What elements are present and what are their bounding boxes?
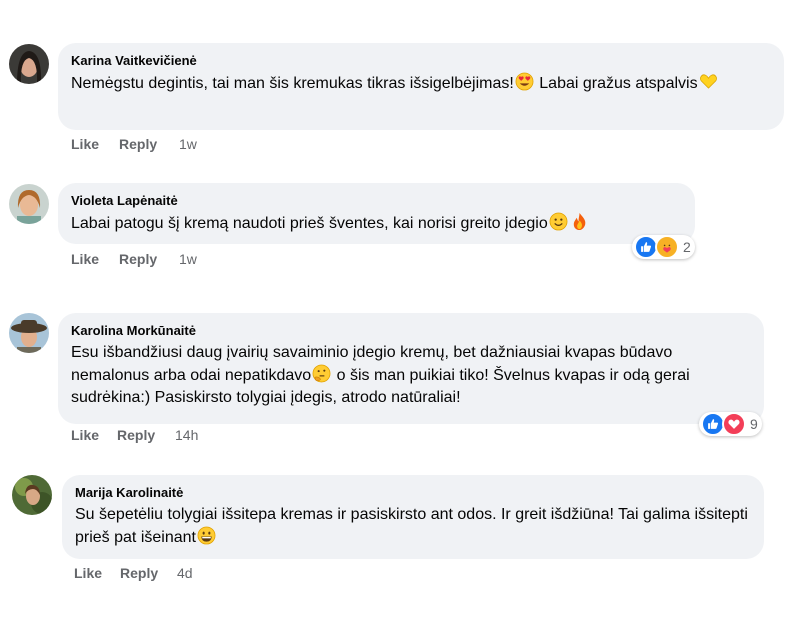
reply-link[interactable]: Reply	[119, 136, 157, 152]
comment-text: Esu išbandžiusi daug įvairių savaiminio …	[71, 342, 751, 409]
comment-text-part: Su šepetėliu tolygiai išsitepa kremas ir…	[75, 506, 748, 546]
comment-text: Labai patogu šį kremą naudoti prieš šven…	[71, 212, 682, 235]
comment-author[interactable]: Violeta Lapėnaitė	[71, 192, 682, 209]
yellow-heart-emoji-icon	[699, 74, 717, 89]
comment-bubble: Karolina Morkūnaitė Esu išbandžiusi daug…	[58, 313, 764, 424]
comment-author[interactable]: Karina Vaitkevičienė	[71, 52, 771, 69]
comment-text-part: Labai gražus atspalvis	[534, 75, 698, 92]
comment-author[interactable]: Karolina Morkūnaitė	[71, 322, 751, 339]
fire-emoji-icon	[573, 212, 586, 231]
reply-link[interactable]: Reply	[117, 427, 155, 443]
comment-text-part: Nemėgstu degintis, tai man šis kremukas …	[71, 75, 514, 92]
reaction-count: 2	[683, 239, 691, 255]
comment-time[interactable]: 1w	[179, 251, 197, 267]
comment-text: Su šepetėliu tolygiai išsitepa kremas ir…	[75, 504, 751, 549]
thinking-face-emoji-icon	[312, 364, 331, 383]
reaction-summary[interactable]: 9	[699, 412, 762, 436]
comment-time[interactable]: 1w	[179, 136, 197, 152]
care-reaction-icon	[655, 235, 679, 259]
heart-eyes-emoji-icon	[515, 72, 534, 91]
reaction-count: 9	[750, 416, 758, 432]
love-reaction-icon	[722, 412, 746, 436]
like-link[interactable]: Like	[71, 251, 99, 267]
comment-bubble: Marija Karolinaitė Su šepetėliu tolygiai…	[62, 475, 764, 559]
like-link[interactable]: Like	[71, 427, 99, 443]
like-link[interactable]: Like	[71, 136, 99, 152]
reply-link[interactable]: Reply	[119, 251, 157, 267]
reply-link[interactable]: Reply	[120, 565, 158, 581]
avatar[interactable]	[9, 313, 49, 353]
avatar[interactable]	[9, 184, 49, 224]
comment-bubble: Violeta Lapėnaitė Labai patogu šį kremą …	[58, 183, 695, 244]
like-link[interactable]: Like	[74, 565, 102, 581]
smiling-face-emoji-icon	[549, 212, 568, 231]
grinning-face-emoji-icon	[197, 526, 216, 545]
avatar[interactable]	[12, 475, 52, 515]
comment-time[interactable]: 14h	[175, 427, 198, 443]
comment-bubble: Karina Vaitkevičienė Nemėgstu degintis, …	[58, 43, 784, 130]
comment-time[interactable]: 4d	[177, 565, 193, 581]
comment-text: Nemėgstu degintis, tai man šis kremukas …	[71, 72, 771, 95]
reaction-summary[interactable]: 2	[632, 235, 695, 259]
avatar[interactable]	[9, 44, 49, 84]
comment-text-part: Labai patogu šį kremą naudoti prieš šven…	[71, 215, 548, 232]
comment-author[interactable]: Marija Karolinaitė	[75, 484, 751, 501]
